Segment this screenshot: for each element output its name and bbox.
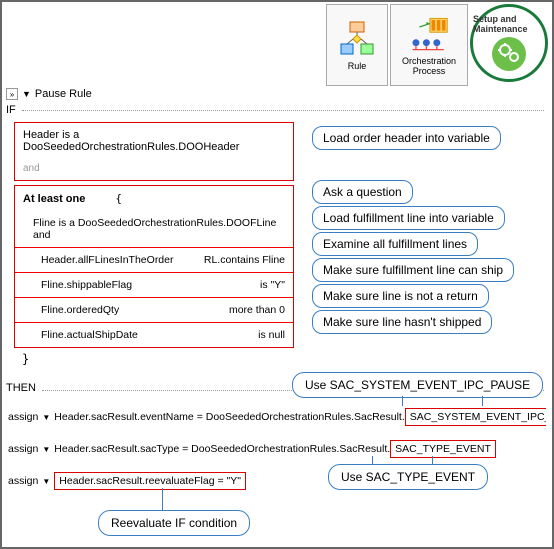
at-least-one-box: At least one { Fline is a DooSeededOrche…	[14, 185, 294, 348]
assign-dropdown-2[interactable]: ▼	[42, 445, 50, 454]
assign-dropdown-3[interactable]: ▼	[42, 477, 50, 486]
setup-label: Setup and Maintenance	[473, 15, 545, 35]
assign-label-3: assign	[8, 475, 38, 487]
cond3-left: Fline.orderedQty	[23, 304, 119, 316]
cond3-right: more than 0	[229, 304, 285, 316]
condition-row-1[interactable]: Header.allFLinesInTheOrder RL.contains F…	[15, 248, 293, 273]
annotation-3: Load fulfillment line into variable	[312, 206, 505, 230]
condition-row-4[interactable]: Fline.actualShipDate is null	[15, 323, 293, 347]
callout-line-2a	[372, 456, 373, 464]
cond4-right: is null	[258, 329, 285, 341]
callout-line-2b	[432, 456, 433, 464]
cond2-right: is "Y"	[260, 279, 285, 291]
orchestration-button[interactable]: Orchestration Process	[390, 4, 468, 86]
at-least-header[interactable]: At least one {	[15, 192, 293, 211]
rule-icon	[337, 19, 377, 59]
callout-pause: Use SAC_SYSTEM_EVENT_IPC_PAUSE	[292, 372, 543, 398]
if-block: Header is a DooSeededOrchestrationRules.…	[14, 122, 294, 370]
toolbar: Rule Orchestration Process Setup and Mai…	[326, 4, 548, 86]
open-brace: {	[115, 192, 122, 205]
cond1-right: RL.contains Fline	[204, 254, 285, 266]
orchestration-icon	[409, 14, 449, 54]
assign3-box: Header.sacResult.reevaluateFlag = "Y"	[54, 472, 246, 490]
dropdown-icon[interactable]: ▼	[22, 89, 31, 99]
and-text: and	[23, 163, 285, 174]
rule-label: Rule	[348, 61, 367, 71]
rule-header-row: » ▼ Pause Rule	[6, 88, 92, 100]
annotation-6: Make sure line is not a return	[312, 284, 489, 308]
rule-name: Pause Rule	[35, 88, 92, 100]
assign-row-2[interactable]: assign ▼ Header.sacResult.sacType = DooS…	[8, 440, 546, 458]
header-condition-box[interactable]: Header is a DooSeededOrchestrationRules.…	[14, 122, 294, 181]
assign-label-1: assign	[8, 411, 38, 423]
callout-line-1a	[402, 396, 403, 406]
assign1-left: Header.sacResult.eventName = DooSeededOr…	[54, 411, 404, 423]
assign-content-1: Header.sacResult.eventName = DooSeededOr…	[54, 408, 546, 426]
fline-text: Fline is a DooSeededOrchestrationRules.D…	[23, 217, 285, 241]
fline-row[interactable]: Fline is a DooSeededOrchestrationRules.D…	[15, 211, 293, 248]
header-condition-text: Header is a DooSeededOrchestrationRules.…	[23, 129, 285, 153]
assign-content-2: Header.sacResult.sacType = DooSeededOrch…	[54, 440, 496, 458]
annotation-1: Load order header into variable	[312, 126, 501, 150]
cond4-left: Fline.actualShipDate	[23, 329, 138, 341]
assign-dropdown-1[interactable]: ▼	[42, 413, 50, 422]
assign-row-1[interactable]: assign ▼ Header.sacResult.eventName = Do…	[8, 408, 546, 426]
assign2-left: Header.sacResult.sacType = DooSeededOrch…	[54, 443, 390, 455]
setup-maintenance-button[interactable]: Setup and Maintenance	[470, 4, 548, 82]
condition-row-3[interactable]: Fline.orderedQty more than 0	[15, 298, 293, 323]
assign1-box: SAC_SYSTEM_EVENT_IPC_PAUSE	[405, 408, 546, 426]
callout-reevaluate: Reevaluate IF condition	[98, 510, 250, 536]
assign2-box: SAC_TYPE_EVENT	[390, 440, 496, 458]
rule-button[interactable]: Rule	[326, 4, 388, 86]
annotation-7: Make sure line hasn't shipped	[312, 310, 492, 334]
callout-line-1b	[482, 396, 483, 406]
orchestration-label: Orchestration Process	[393, 56, 465, 76]
condition-row-2[interactable]: Fline.shippableFlag is "Y"	[15, 273, 293, 298]
assign-label-2: assign	[8, 443, 38, 455]
cond1-left: Header.allFLinesInTheOrder	[23, 254, 174, 266]
expand-icon[interactable]: »	[6, 88, 18, 100]
annotation-5: Make sure fulfillment line can ship	[312, 258, 514, 282]
annotation-2: Ask a question	[312, 180, 413, 204]
assign-row-3[interactable]: assign ▼ Header.sacResult.reevaluateFlag…	[8, 472, 546, 490]
assign-content-3: Header.sacResult.reevaluateFlag = "Y"	[54, 472, 246, 490]
if-divider	[22, 110, 544, 111]
close-brace: }	[14, 348, 294, 370]
callout-line-3	[162, 488, 163, 510]
if-label: IF	[6, 104, 16, 116]
then-label: THEN	[6, 382, 36, 394]
cond2-left: Fline.shippableFlag	[23, 279, 132, 291]
gear-icon	[492, 37, 526, 71]
at-least-label: At least one	[23, 193, 85, 205]
annotation-4: Examine all fulfillment lines	[312, 232, 478, 256]
